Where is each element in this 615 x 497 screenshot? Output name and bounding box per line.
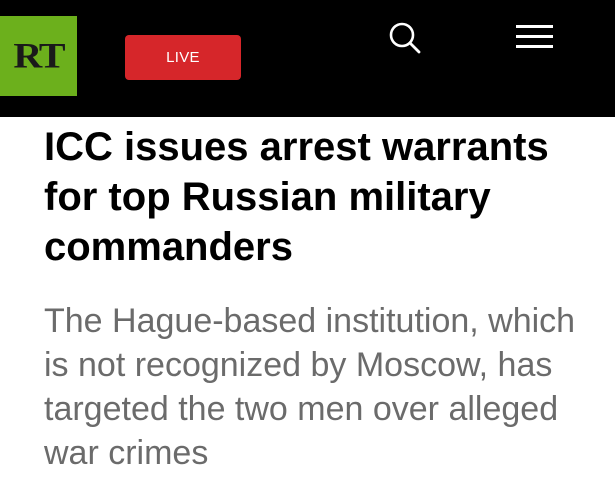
menu-button[interactable] xyxy=(512,20,558,52)
article-summary: The Hague-based institution, which is no… xyxy=(44,302,576,472)
search-icon xyxy=(389,22,421,54)
live-button[interactable]: LIVE xyxy=(125,35,241,80)
site-header: RT LIVE xyxy=(0,0,615,117)
article-headline[interactable]: ICC issues arrest warrants for top Russi… xyxy=(44,122,604,272)
hamburger-menu-icon xyxy=(516,25,553,48)
search-button[interactable] xyxy=(384,18,424,58)
rt-logo[interactable]: RT xyxy=(0,16,77,96)
logo-text: RT xyxy=(13,35,65,76)
